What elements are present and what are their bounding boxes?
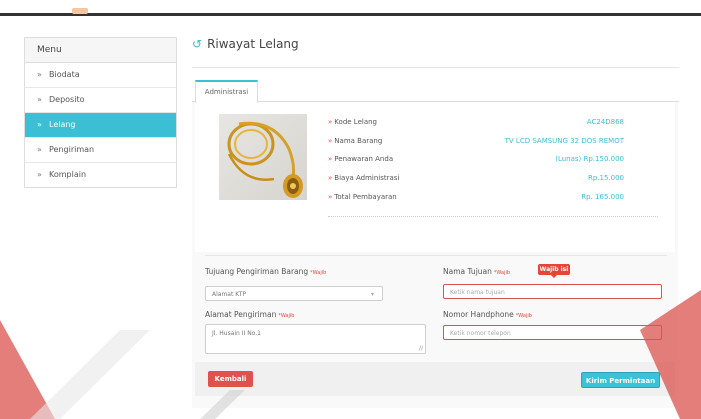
- sidebar-item-biodata[interactable]: » Biodata: [25, 63, 176, 88]
- watermark-logo: [0, 290, 701, 419]
- chevron-right-icon: »: [37, 95, 42, 104]
- form-divider: [205, 255, 667, 256]
- required-marker: *Wajib: [310, 270, 327, 276]
- chevron-right-icon: »: [37, 145, 42, 154]
- info-row-kode: » Kode Lelang AC24D868: [328, 118, 624, 126]
- sidebar-item-label: Komplain: [49, 170, 87, 179]
- sidebar-item-label: Pengiriman: [49, 145, 95, 154]
- tab-strip: [192, 101, 679, 102]
- validation-tooltip: Wajib isi: [538, 264, 570, 278]
- info-divider: [328, 216, 658, 217]
- title-divider: [192, 67, 679, 68]
- chevron-right-icon: »: [37, 70, 42, 79]
- required-marker: *Wajib: [493, 270, 511, 276]
- info-value: AC24D868: [586, 118, 624, 126]
- chevron-right-icon: »: [328, 174, 333, 182]
- page-title-text: Riwayat Lelang: [207, 37, 299, 51]
- sidebar-header: Menu: [25, 38, 176, 63]
- sidebar-item-komplain[interactable]: » Komplain: [25, 163, 176, 187]
- info-value: Rp.15.000: [587, 174, 624, 182]
- chevron-right-icon: »: [37, 170, 42, 179]
- info-value: Rp. 165.000: [581, 193, 624, 201]
- top-border: [0, 13, 701, 16]
- gold-necklace-image: [227, 121, 303, 198]
- page-title: ↺ Riwayat Lelang: [192, 37, 299, 57]
- sidebar-item-lelang[interactable]: » Lelang: [25, 113, 176, 138]
- sidebar-menu: Menu » Biodata » Deposito » Lelang » Pengiri…: [24, 37, 177, 188]
- info-row-nama: » Nama Barang TV LCD SAMSUNG 32 DOS REMOT: [328, 137, 624, 145]
- chevron-right-icon: »: [328, 193, 333, 201]
- chevron-right-icon: »: [328, 118, 333, 126]
- sidebar-item-label: Biodata: [49, 70, 80, 79]
- info-value: (Lunas) Rp.150.000: [555, 155, 624, 163]
- chevron-right-icon: »: [37, 120, 42, 129]
- sidebar-item-label: Deposito: [49, 95, 85, 104]
- tab-administrasi[interactable]: Administrasi: [195, 80, 258, 103]
- topbar-accent: [72, 8, 88, 14]
- item-photo: [219, 114, 307, 200]
- chevron-right-icon: »: [328, 137, 333, 145]
- tujuan-label: Tujuang Pengiriman Barang *Wajib: [205, 267, 327, 276]
- info-row-penawaran: » Penawaran Anda (Lunas) Rp.150.000: [328, 155, 624, 163]
- nama-label: Nama Tujuan *Wajib: [443, 267, 511, 276]
- info-row-biaya: » Biaya Administrasi Rp.15.000: [328, 174, 624, 182]
- history-icon: ↺: [192, 37, 203, 51]
- info-value: TV LCD SAMSUNG 32 DOS REMOT: [504, 137, 624, 145]
- sidebar-item-pengiriman[interactable]: » Pengiriman: [25, 138, 176, 163]
- sidebar-item-label: Lelang: [49, 120, 76, 129]
- sidebar-item-deposito[interactable]: » Deposito: [25, 88, 176, 113]
- chevron-right-icon: »: [328, 155, 333, 163]
- info-row-total: » Total Pembayaran Rp. 165.000: [328, 193, 624, 201]
